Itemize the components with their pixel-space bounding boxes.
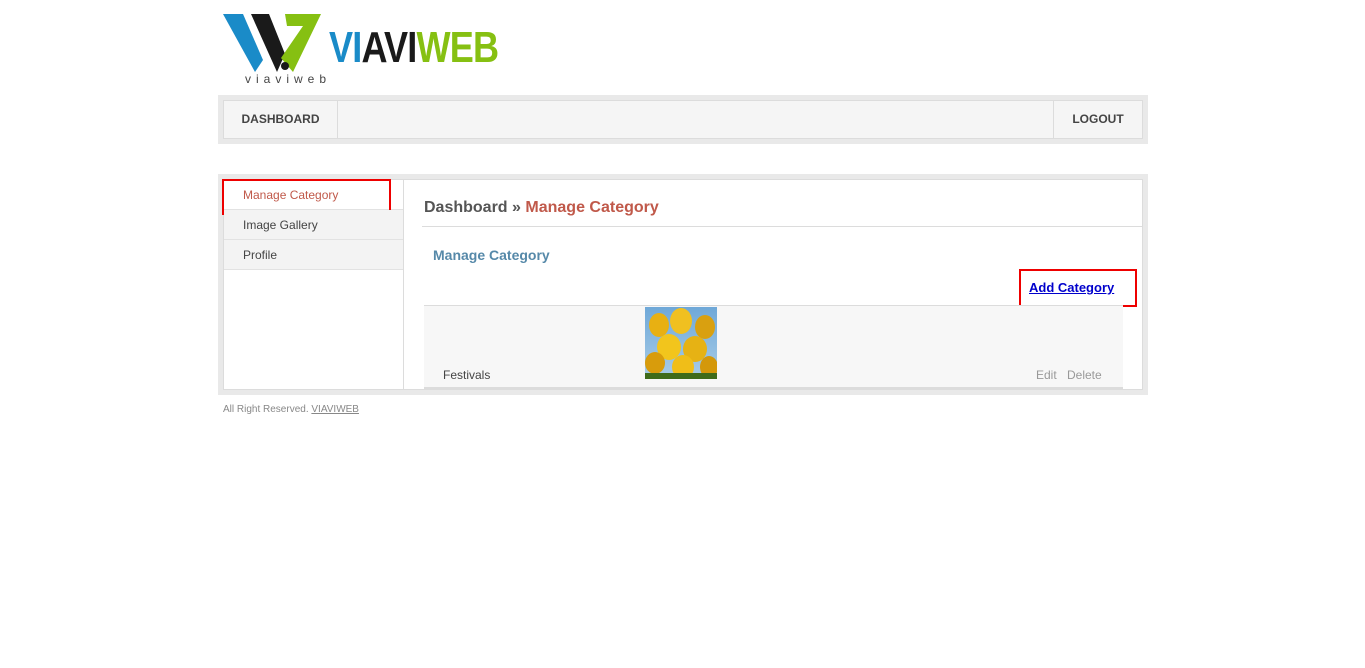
sidebar-item-profile[interactable]: Profile (224, 240, 403, 270)
main-panel: Manage Category Image Gallery Profile Da… (218, 174, 1148, 395)
logo-mark-icon (223, 14, 321, 72)
table-row: Festivals Edit Delete (424, 305, 1123, 389)
category-thumbnail (645, 307, 717, 379)
main-panel-inner: Manage Category Image Gallery Profile Da… (222, 179, 1143, 390)
logo-wordmark: VIAVIWEB (329, 23, 499, 72)
top-nav: DASHBOARD LOGOUT (218, 95, 1148, 144)
footer: All Right Reserved. VIAVIWEB (223, 404, 359, 415)
breadcrumb-root[interactable]: Dashboard (424, 199, 508, 216)
sidebar-item-label: Manage Category (243, 188, 339, 202)
sidebar-item-label: Profile (243, 248, 278, 262)
sidebar: Manage Category Image Gallery Profile (222, 179, 404, 389)
logo-word-web: WEB (416, 23, 499, 72)
logo-word-avi: AVI (361, 23, 417, 72)
breadcrumb: Dashboard » Manage Category (424, 199, 659, 217)
footer-text: All Right Reserved. (223, 404, 309, 415)
edit-link[interactable]: Edit (1036, 368, 1057, 382)
top-nav-bar: DASHBOARD LOGOUT (223, 100, 1143, 139)
category-name: Festivals (443, 368, 491, 382)
add-category-link[interactable]: Add Category (1029, 280, 1114, 295)
breadcrumb-current: Manage Category (525, 199, 659, 216)
dashboard-nav-button[interactable]: DASHBOARD (224, 101, 338, 138)
breadcrumb-separator: » (512, 199, 521, 216)
sidebar-item-manage-category[interactable]: Manage Category (222, 179, 403, 215)
logo-subtitle: viaviweb (245, 72, 332, 86)
sidebar-item-image-gallery[interactable]: Image Gallery (224, 210, 403, 240)
delete-link[interactable]: Delete (1067, 368, 1102, 382)
section-title: Manage Category (433, 247, 550, 263)
breadcrumb-divider (422, 226, 1142, 227)
logout-button[interactable]: LOGOUT (1053, 101, 1142, 138)
logo-word-vi: VI (329, 23, 362, 72)
sidebar-item-label: Image Gallery (243, 218, 318, 232)
footer-link[interactable]: VIAVIWEB (311, 404, 359, 415)
viaviweb-logo[interactable]: VIAVIWEB viaviweb (223, 14, 499, 86)
